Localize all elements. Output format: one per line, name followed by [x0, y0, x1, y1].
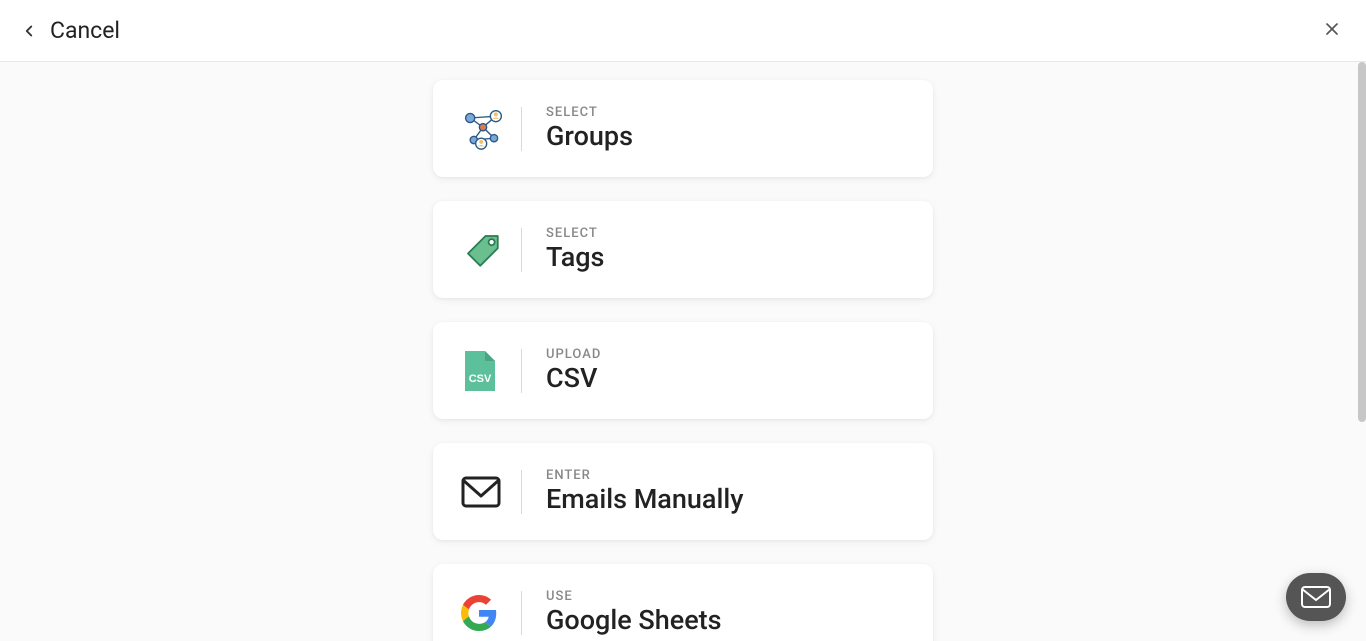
content-area: SELECT Groups SELECT Tags [0, 62, 1366, 641]
option-title-label: Google Sheets [546, 606, 722, 636]
option-action-label: SELECT [546, 226, 604, 241]
envelope-icon [461, 476, 521, 508]
option-action-label: SELECT [546, 105, 633, 120]
option-emails-manually[interactable]: ENTER Emails Manually [433, 443, 933, 540]
header-left-group: Cancel [20, 17, 120, 44]
close-button[interactable] [1318, 15, 1346, 47]
divider [521, 228, 522, 272]
tag-icon [461, 229, 521, 271]
option-title-label: Tags [546, 243, 604, 273]
option-title-label: CSV [546, 364, 601, 394]
cancel-button[interactable]: Cancel [50, 17, 120, 44]
option-title-label: Emails Manually [546, 485, 743, 515]
divider [521, 107, 522, 151]
option-text: SELECT Groups [546, 105, 633, 152]
option-text: SELECT Tags [546, 226, 604, 273]
option-text: UPLOAD CSV [546, 347, 601, 394]
option-text: USE Google Sheets [546, 589, 722, 636]
option-google-sheets[interactable]: USE Google Sheets [433, 564, 933, 641]
option-csv[interactable]: CSV UPLOAD CSV [433, 322, 933, 419]
google-icon [461, 595, 521, 631]
csv-file-icon: CSV [461, 349, 521, 393]
option-action-label: UPLOAD [546, 347, 601, 362]
option-tags[interactable]: SELECT Tags [433, 201, 933, 298]
mail-icon [1301, 586, 1331, 608]
modal-header: Cancel [0, 0, 1366, 62]
network-icon [461, 107, 521, 151]
option-text: ENTER Emails Manually [546, 468, 743, 515]
option-groups[interactable]: SELECT Groups [433, 80, 933, 177]
option-title-label: Groups [546, 122, 633, 152]
option-action-label: USE [546, 589, 722, 604]
scrollbar[interactable] [1358, 62, 1366, 641]
divider [521, 591, 522, 635]
option-action-label: ENTER [546, 468, 743, 483]
scrollbar-thumb[interactable] [1358, 62, 1366, 422]
options-list: SELECT Groups SELECT Tags [433, 80, 933, 641]
back-chevron-icon[interactable] [20, 22, 38, 40]
divider [521, 470, 522, 514]
help-widget-button[interactable] [1286, 573, 1346, 621]
divider [521, 349, 522, 393]
svg-text:CSV: CSV [469, 373, 492, 385]
